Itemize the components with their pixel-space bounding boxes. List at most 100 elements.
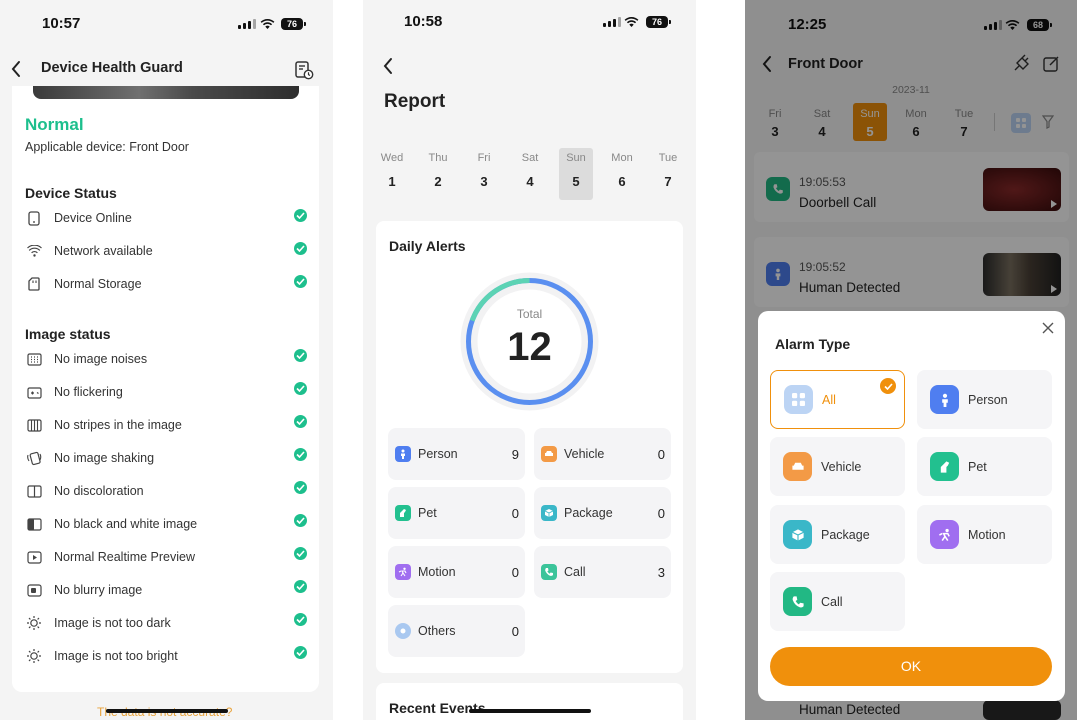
discoloration-icon — [26, 483, 42, 499]
back-chevron-icon[interactable] — [10, 60, 22, 78]
sd-card-icon — [26, 276, 42, 292]
report-screen: 10:58 76 Report Wed 1 Thu 2 Fri 3 Sat 4 Sun 5… — [363, 0, 696, 720]
image-row-stripes: No stripes in the image — [26, 417, 182, 433]
category-motion[interactable]: Motion 0 — [388, 546, 525, 598]
check-circle-icon — [294, 242, 307, 255]
alarm-option-pet[interactable]: Pet — [917, 437, 1052, 496]
black-white-icon — [26, 516, 42, 532]
wifi-icon — [26, 243, 42, 259]
image-row-blurry: No blurry image — [26, 582, 142, 598]
stripes-icon — [26, 417, 42, 433]
category-pet[interactable]: Pet 0 — [388, 487, 525, 539]
pet-icon — [395, 505, 411, 521]
check-circle-icon — [294, 514, 307, 527]
image-row-dark: Image is not too dark — [26, 615, 171, 631]
alarm-option-person[interactable]: Person — [917, 370, 1052, 429]
check-circle-icon — [294, 646, 307, 659]
day-wed[interactable]: Wed 1 — [375, 152, 409, 189]
vehicle-icon — [541, 446, 557, 462]
image-row-bw: No black and white image — [26, 516, 197, 532]
image-row-noise: No image noises — [26, 351, 147, 367]
motion-icon — [930, 520, 959, 549]
person-icon — [930, 385, 959, 414]
daily-alerts-card: Daily Alerts Total 12 Person 9 Vehicle 0 P… — [376, 221, 683, 673]
sun-icon — [26, 648, 42, 664]
category-others[interactable]: Others 0 — [388, 605, 525, 657]
status-bar: 10:57 76 — [0, 12, 333, 36]
nav-bar: Device Health Guard — [0, 52, 333, 86]
home-indicator — [106, 709, 228, 713]
category-vehicle[interactable]: Vehicle 0 — [534, 428, 671, 480]
front-door-events-screen: 12:25 68 Front Door 2023-11 Fri 3 Sat 4 Su… — [745, 0, 1077, 720]
check-circle-icon — [294, 481, 307, 494]
day-fri[interactable]: Fri 3 — [467, 152, 501, 189]
total-value: 12 — [507, 325, 552, 369]
alarm-option-package[interactable]: Package — [770, 505, 905, 564]
alarm-option-call[interactable]: Call — [770, 572, 905, 631]
status-time: 10:58 — [404, 13, 443, 30]
alarm-option-vehicle[interactable]: Vehicle — [770, 437, 905, 496]
check-circle-icon — [294, 275, 307, 288]
status-row-online: Device Online — [26, 210, 132, 226]
page-title: Device Health Guard — [41, 60, 183, 76]
camera-preview-image — [33, 86, 299, 99]
flicker-icon — [26, 384, 42, 400]
day-thu[interactable]: Thu 2 — [421, 152, 455, 189]
device-status-heading: Device Status — [25, 185, 117, 201]
sheet-title: Alarm Type — [775, 336, 851, 352]
check-circle-icon — [294, 580, 307, 593]
doc-history-icon[interactable] — [294, 60, 314, 80]
others-icon — [395, 623, 411, 639]
status-row-network: Network available — [26, 243, 153, 259]
daily-alerts-title: Daily Alerts — [389, 238, 466, 254]
image-status-heading: Image status — [25, 326, 111, 342]
image-row-shaking: No image shaking — [26, 450, 154, 466]
day-sun[interactable]: Sun 5 — [559, 152, 593, 189]
pet-icon — [930, 452, 959, 481]
battery-icon: 76 — [281, 18, 306, 30]
play-box-icon — [26, 549, 42, 565]
health-state: Normal — [25, 115, 84, 134]
vehicle-icon — [783, 452, 812, 481]
check-circle-icon — [294, 448, 307, 461]
check-circle-icon — [294, 415, 307, 428]
call-icon — [783, 587, 812, 616]
image-row-flicker: No flickering — [26, 384, 123, 400]
page-title: Report — [384, 91, 446, 112]
day-tue[interactable]: Tue 7 — [651, 152, 685, 189]
total-label: Total — [516, 307, 543, 321]
noise-icon — [26, 351, 42, 367]
ok-button[interactable]: OK — [770, 647, 1052, 686]
grid-icon — [784, 385, 813, 414]
category-call[interactable]: Call 3 — [534, 546, 671, 598]
image-row-preview: Normal Realtime Preview — [26, 549, 195, 565]
image-row-bright: Image is not too bright — [26, 648, 178, 664]
check-circle-icon — [294, 547, 307, 560]
alarm-type-sheet: Alarm Type All Person Vehicle Pet Packag… — [758, 311, 1065, 701]
back-chevron-icon[interactable] — [382, 57, 394, 75]
check-circle-icon — [294, 382, 307, 395]
phone-icon — [26, 210, 42, 226]
day-sat[interactable]: Sat 4 — [513, 152, 547, 189]
status-bar: 10:58 76 — [363, 12, 696, 36]
recent-events-card: Recent Events — [376, 683, 683, 720]
check-circle-icon — [294, 349, 307, 362]
signal-icon — [603, 17, 621, 27]
status-time: 10:57 — [42, 15, 81, 32]
recent-events-title: Recent Events — [389, 700, 486, 716]
day-mon[interactable]: Mon 6 — [605, 152, 639, 189]
check-circle-icon — [294, 613, 307, 626]
alarm-option-all[interactable]: All — [770, 370, 905, 429]
wifi-icon — [260, 19, 275, 29]
person-icon — [395, 446, 411, 462]
category-package[interactable]: Package 0 — [534, 487, 671, 539]
close-icon[interactable] — [1041, 321, 1055, 335]
package-icon — [541, 505, 557, 521]
device-health-screen: 10:57 76 Device Health Guard Normal Appl… — [0, 0, 333, 720]
blur-icon — [26, 582, 42, 598]
alarm-option-motion[interactable]: Motion — [917, 505, 1052, 564]
package-icon — [783, 520, 812, 549]
image-row-discoloration: No discoloration — [26, 483, 144, 499]
motion-icon — [395, 564, 411, 580]
category-person[interactable]: Person 9 — [388, 428, 525, 480]
